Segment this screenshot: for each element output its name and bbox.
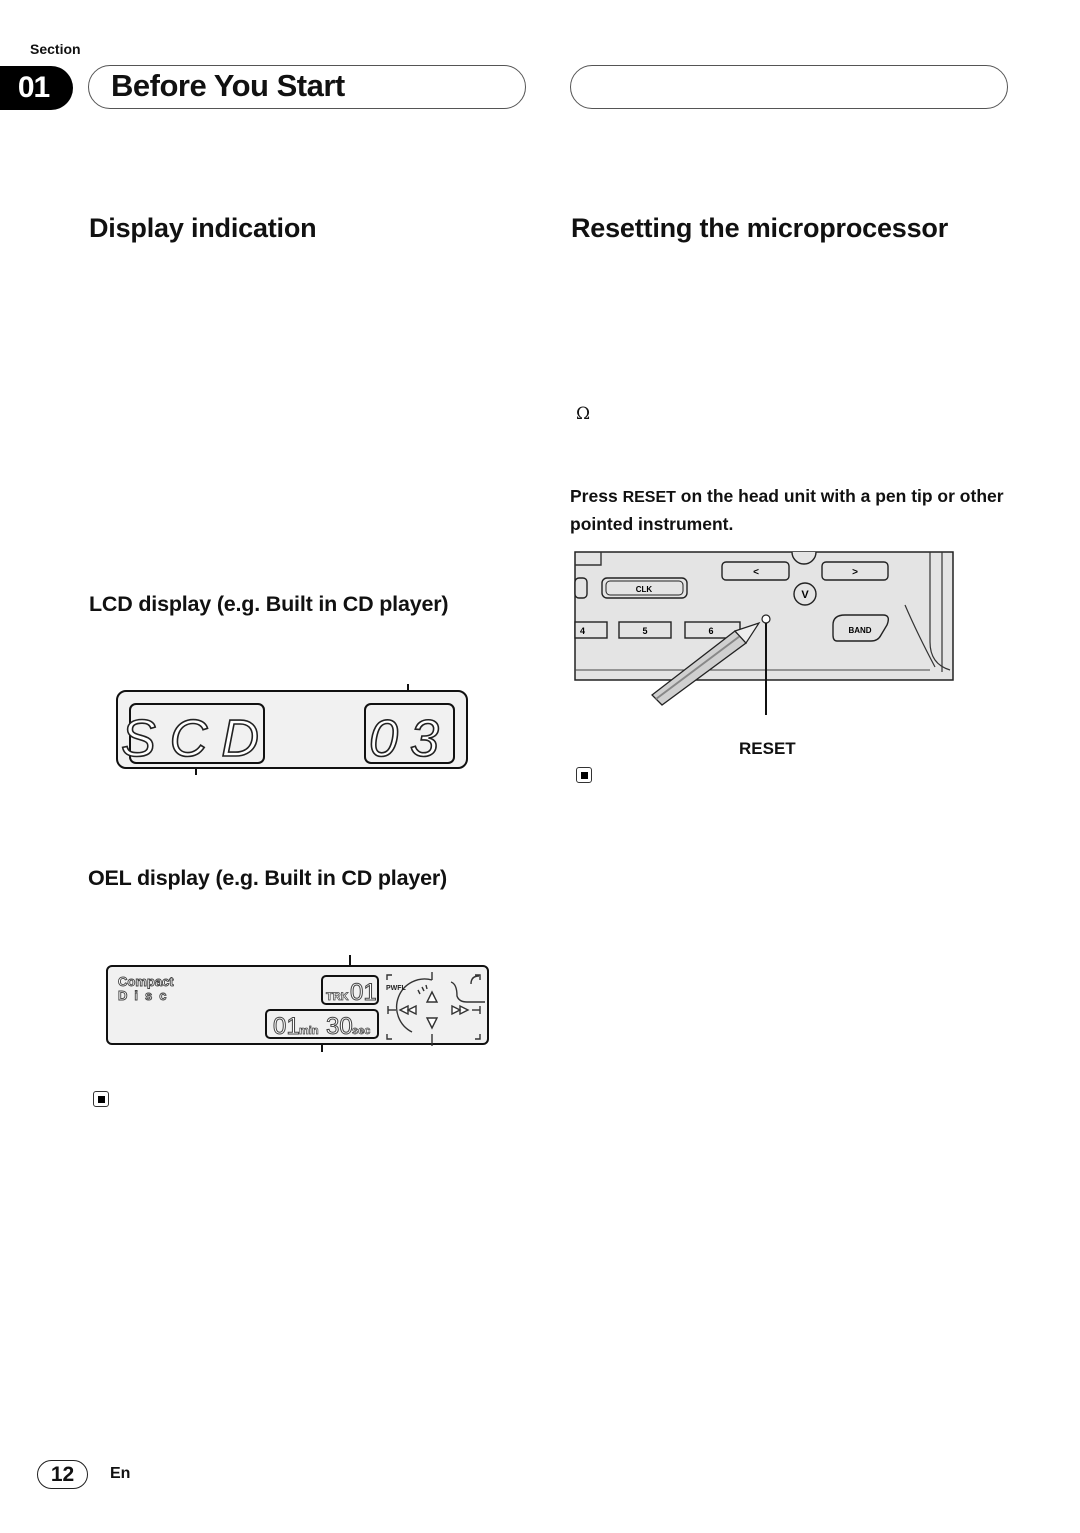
language-label: En [110, 1465, 131, 1482]
oel-track-number: 01 [350, 979, 377, 1006]
page-number: 12 [37, 1460, 88, 1489]
lcd-track-text: 03 [369, 710, 451, 768]
preset-4-label: 4 [580, 626, 585, 636]
oel-display-caption: OEL display (e.g. Built in CD player) [88, 866, 447, 890]
preset-5-label: 5 [642, 626, 647, 636]
oel-min-label: min [299, 1025, 319, 1037]
reset-label: RESET [739, 739, 796, 758]
section-label: Section [30, 41, 81, 57]
reset-hole [761, 614, 771, 624]
oel-display-illustration: Compact Disc TRK 01 01 min 30 sec PWFL [106, 955, 489, 1052]
end-of-section-icon [576, 767, 592, 783]
down-label: V [801, 589, 809, 601]
reset-instruction: Press RESET on the head unit with a pen … [570, 483, 1015, 538]
empty-title-frame [570, 65, 1008, 109]
preset-6-label: 6 [708, 626, 713, 636]
oel-minutes: 01 [273, 1013, 300, 1040]
oel-seconds: 30 [326, 1013, 353, 1040]
lcd-source-text: SCD [121, 710, 273, 768]
resetting-heading: Resetting the microprocessor [571, 213, 949, 243]
section-number-badge: 01 [0, 66, 73, 110]
band-label: BAND [848, 626, 871, 635]
instruction-prefix: Press [570, 486, 618, 506]
clk-label: CLK [636, 585, 653, 594]
omega-symbol: Ω [576, 404, 591, 424]
oel-source-line2: Disc [118, 988, 173, 1003]
oel-indicator-text: PWFL [386, 985, 407, 992]
lcd-display-illustration: SCD 03 [116, 684, 468, 775]
page-title: Before You Start [111, 68, 345, 103]
instruction-key: RESET [622, 489, 676, 506]
right-label: > [852, 567, 858, 578]
oel-source-line1: Compact [118, 974, 174, 989]
display-indication-heading: Display indication [89, 213, 317, 243]
oel-sec-label: sec [352, 1025, 370, 1037]
left-label: < [753, 567, 759, 578]
head-unit-illustration: CLK 4 5 6 < > V BAND [574, 551, 954, 715]
end-of-section-icon [93, 1091, 109, 1107]
oel-track-prefix: TRK [326, 991, 349, 1003]
lcd-display-caption: LCD display (e.g. Built in CD player) [89, 592, 449, 616]
